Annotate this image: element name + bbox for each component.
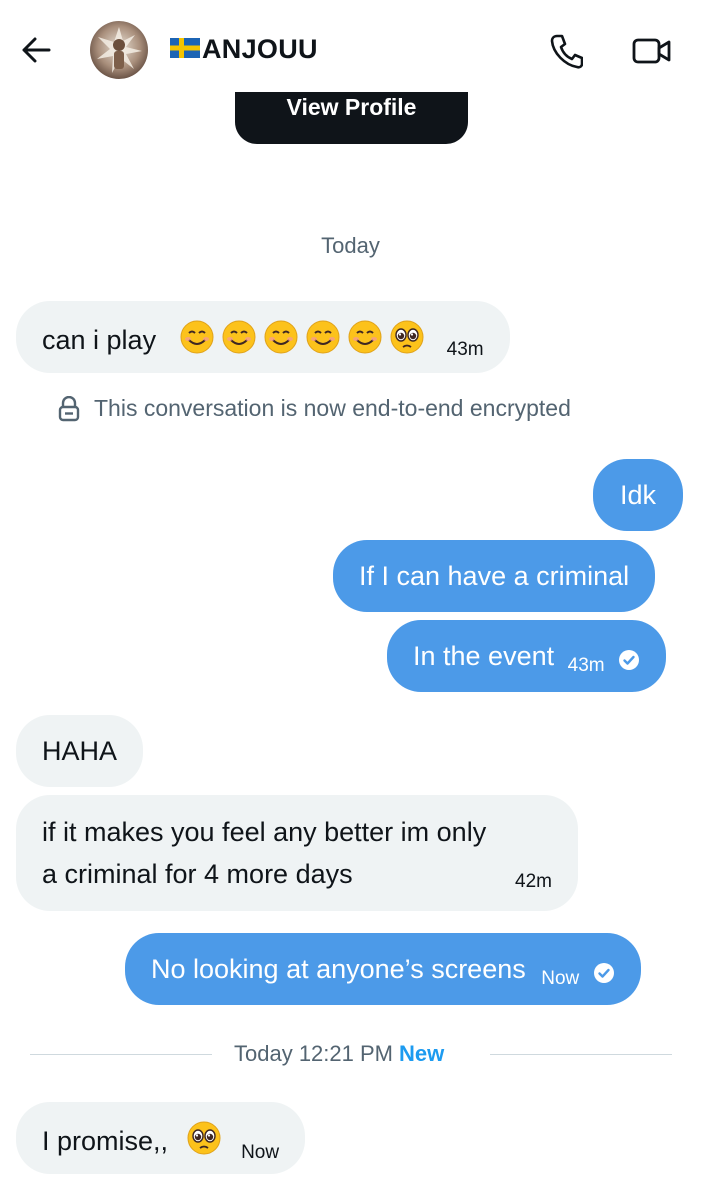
smiling-face-icon [180, 320, 214, 354]
message-bubble-outgoing[interactable]: If I can have a criminal [333, 540, 656, 612]
seen-check-icon [619, 650, 640, 670]
arrow-left-icon [22, 37, 51, 63]
message-text: In the event [413, 641, 555, 671]
username-text: ANJOUU [202, 34, 318, 64]
avatar[interactable] [90, 21, 148, 79]
encryption-notice: This conversation is now end-to-end encr… [58, 395, 571, 422]
new-messages-divider-text: Today 12:21 PM New [234, 1041, 444, 1067]
message-text: I promise,, [42, 1126, 169, 1156]
day-separator: Today [321, 233, 380, 258]
message-text: HAHA [42, 736, 118, 766]
pleading-face-icon [187, 1121, 221, 1155]
dm-conversation-screen: ANJOUU View Profile Today can i play 43m [0, 0, 701, 1200]
call-button[interactable] [545, 30, 587, 72]
message-bubble-outgoing[interactable]: In the event 43m [387, 620, 667, 692]
avatar-image [90, 21, 148, 79]
message-bubble-incoming[interactable]: can i play 43m [16, 301, 510, 373]
message-time: 43m [446, 339, 484, 360]
message-bubble-incoming[interactable]: HAHA [16, 715, 144, 787]
message-text: Idk [620, 480, 657, 510]
video-camera-icon [632, 38, 671, 64]
new-messages-divider: Today 12:21 PM New [0, 1040, 701, 1070]
new-label: New [398, 1041, 445, 1066]
message-time: 42m [515, 871, 552, 892]
message-bubble-outgoing[interactable]: No looking at anyone’s screens Now [125, 933, 641, 1005]
divider-time: Today 12:21 PM [234, 1041, 393, 1066]
phone-icon [550, 34, 583, 69]
message-bubble-incoming[interactable]: I promise,, Now [16, 1102, 306, 1174]
message-time: Now [541, 968, 580, 989]
smiling-face-icon [222, 320, 256, 354]
sweden-flag-icon [170, 34, 200, 65]
smiling-face-icon [264, 320, 298, 354]
message-bubble-outgoing[interactable]: Idk [593, 459, 684, 531]
message-bubble-incoming[interactable]: if it makes you feel any better im only … [16, 795, 578, 911]
message-text: If I can have a criminal [359, 561, 630, 591]
encryption-notice-text: This conversation is now end-to-end encr… [94, 395, 571, 421]
divider-line [490, 1054, 672, 1055]
message-time: Now [241, 1142, 280, 1163]
divider-line [30, 1054, 212, 1055]
message-text: can i play [42, 325, 157, 355]
view-profile-button[interactable]: View Profile [235, 88, 468, 144]
message-text-line: a criminal for 4 more days [42, 859, 353, 889]
message-time: 43m [567, 655, 605, 676]
conversation-username[interactable]: ANJOUU [170, 34, 318, 65]
message-text: No looking at anyone’s screens [151, 954, 526, 984]
pleading-face-icon [390, 320, 424, 354]
back-button[interactable] [18, 32, 54, 68]
smiling-face-icon [348, 320, 382, 354]
video-call-button[interactable] [628, 30, 676, 72]
smiling-face-icon [306, 320, 340, 354]
lock-icon [58, 395, 80, 421]
message-text-line: if it makes you feel any better im only [42, 817, 487, 847]
conversation-header: ANJOUU [0, 0, 701, 92]
seen-check-icon [593, 963, 614, 983]
